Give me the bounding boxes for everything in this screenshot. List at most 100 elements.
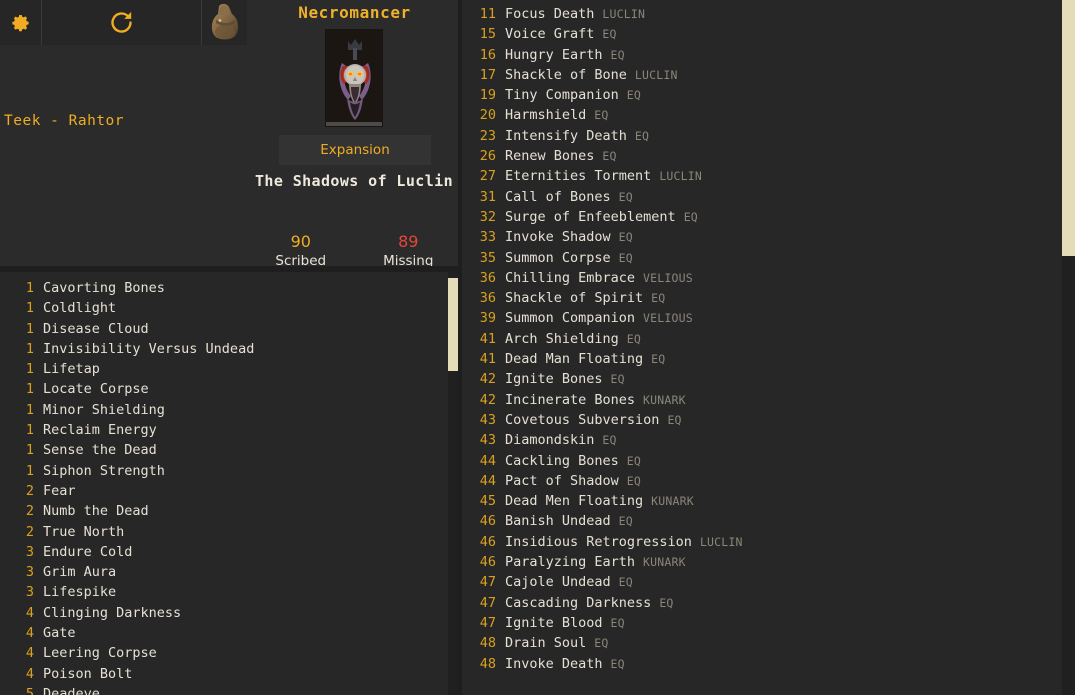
spell-row[interactable]: 43 Covetous Subversion EQ bbox=[462, 410, 1062, 430]
spell-row[interactable]: 3 Grim Aura bbox=[0, 562, 448, 582]
spell-row[interactable]: 23 Intensify Death EQ bbox=[462, 126, 1062, 146]
spell-row[interactable]: 47 Cajole Undead EQ bbox=[462, 572, 1062, 592]
spell-expansion-tag: LUCLIN bbox=[602, 7, 646, 21]
spell-row[interactable]: 3 Endure Cold bbox=[0, 542, 448, 562]
spell-row[interactable]: 1 Lifetap bbox=[0, 359, 448, 379]
spell-row[interactable]: 5 Deadeye bbox=[0, 684, 448, 695]
spell-row[interactable]: 41 Arch Shielding EQ bbox=[462, 329, 1062, 349]
settings-button[interactable] bbox=[0, 0, 42, 45]
spell-name: Summon Corpse bbox=[505, 249, 611, 266]
spell-level: 39 bbox=[479, 310, 496, 327]
spell-expansion-tag: EQ bbox=[626, 88, 642, 103]
spell-row[interactable]: 46 Insidious Retrogression LUCLIN bbox=[462, 532, 1062, 552]
spell-level: 4 bbox=[25, 665, 34, 682]
spell-row[interactable]: 39 Summon Companion VELIOUS bbox=[462, 308, 1062, 328]
spell-expansion-tag: EQ bbox=[594, 636, 609, 651]
expansion-filter-button[interactable]: Expansion bbox=[279, 135, 431, 165]
spell-expansion-tag: KUNARK bbox=[643, 555, 686, 570]
spell-name: Invisibility Versus Undead bbox=[43, 340, 255, 357]
spell-row[interactable]: 1 Invisibility Versus Undead bbox=[0, 339, 448, 359]
spell-row[interactable]: 41 Dead Man Floating EQ bbox=[462, 349, 1062, 369]
spell-row[interactable]: 1 Sense the Dead bbox=[0, 440, 448, 460]
spell-row[interactable]: 1 Cavorting Bones bbox=[0, 278, 448, 298]
spell-row[interactable]: 47 Ignite Blood EQ bbox=[462, 613, 1062, 633]
spell-name: Summon Companion bbox=[505, 310, 636, 327]
spell-row[interactable]: 1 Coldlight bbox=[0, 298, 448, 318]
spell-name: Gate bbox=[43, 625, 76, 642]
spell-row[interactable]: 48 Drain Soul EQ bbox=[462, 633, 1062, 653]
spell-row[interactable]: 44 Pact of Shadow EQ bbox=[462, 471, 1062, 491]
inventory-button[interactable] bbox=[202, 0, 247, 45]
spell-name: Ignite Bones bbox=[505, 371, 603, 388]
spell-level: 41 bbox=[479, 330, 496, 347]
spell-row[interactable]: 16 Hungry Earth EQ bbox=[462, 45, 1062, 65]
spell-name: Banish Undead bbox=[505, 513, 611, 530]
spell-row[interactable]: 36 Shackle of Spirit EQ bbox=[462, 288, 1062, 308]
spell-row[interactable]: 31 Call of Bones EQ bbox=[462, 187, 1062, 207]
spell-row[interactable]: 43 Diamondskin EQ bbox=[462, 430, 1062, 450]
spell-row[interactable]: 46 Paralyzing Earth KUNARK bbox=[462, 552, 1062, 572]
class-name-heading: Necromancer bbox=[298, 3, 411, 22]
spell-row[interactable]: 4 Clinging Darkness bbox=[0, 603, 448, 623]
spell-expansion-tag: KUNARK bbox=[651, 494, 694, 509]
spell-level: 44 bbox=[479, 472, 496, 489]
missing-count: 89 bbox=[398, 232, 419, 251]
spell-row[interactable]: 46 Banish Undead EQ bbox=[462, 511, 1062, 531]
spell-name: Arch Shielding bbox=[505, 330, 619, 347]
spell-row[interactable]: 11 Focus Death LUCLIN bbox=[462, 4, 1062, 24]
spell-row[interactable]: 2 Fear bbox=[0, 481, 448, 501]
spell-row[interactable]: 48 Invoke Death EQ bbox=[462, 654, 1062, 674]
spell-row[interactable]: 4 Leering Corpse bbox=[0, 643, 448, 663]
spell-level: 1 bbox=[25, 462, 34, 479]
spell-name: Sense the Dead bbox=[43, 442, 157, 459]
spell-row[interactable]: 1 Minor Shielding bbox=[0, 400, 448, 420]
spell-row[interactable]: 1 Locate Corpse bbox=[0, 379, 448, 399]
spell-expansion-tag: EQ bbox=[651, 352, 666, 367]
scribed-list-scrollbar-thumb[interactable] bbox=[448, 278, 458, 371]
spell-row[interactable]: 42 Incinerate Bones KUNARK bbox=[462, 390, 1062, 410]
spell-row[interactable]: 3 Lifespike bbox=[0, 582, 448, 602]
refresh-button[interactable] bbox=[42, 0, 202, 45]
spell-row[interactable]: 26 Renew Bones EQ bbox=[462, 146, 1062, 166]
spell-row[interactable]: 44 Cackling Bones EQ bbox=[462, 451, 1062, 471]
spell-level: 42 bbox=[479, 371, 496, 388]
spell-level: 3 bbox=[25, 564, 34, 581]
spell-expansion-tag: EQ bbox=[610, 47, 625, 62]
spell-row[interactable]: 35 Summon Corpse EQ bbox=[462, 248, 1062, 268]
spell-expansion-tag: EQ bbox=[618, 189, 633, 204]
spell-name: Covetous Subversion bbox=[505, 411, 660, 428]
missing-list-scrollbar-thumb[interactable] bbox=[1062, 0, 1075, 256]
spell-row[interactable]: 47 Cascading Darkness EQ bbox=[462, 593, 1062, 613]
spell-row[interactable]: 1 Reclaim Energy bbox=[0, 420, 448, 440]
spell-name: Ignite Blood bbox=[505, 614, 603, 631]
spell-row[interactable]: 2 True North bbox=[0, 522, 448, 542]
spell-row[interactable]: 2 Numb the Dead bbox=[0, 501, 448, 521]
spell-row[interactable]: 17 Shackle of Bone LUCLIN bbox=[462, 65, 1062, 85]
spell-row[interactable]: 15 Voice Graft EQ bbox=[462, 24, 1062, 44]
spell-level: 27 bbox=[479, 168, 496, 185]
scribed-count: 90 bbox=[290, 232, 311, 251]
spell-name: Focus Death bbox=[505, 6, 595, 22]
character-name: Teek - Rahtor bbox=[4, 113, 124, 129]
spell-row[interactable]: 19 Tiny Companion EQ bbox=[462, 85, 1062, 105]
spell-row[interactable]: 1 Siphon Strength bbox=[0, 461, 448, 481]
spell-row[interactable]: 4 Poison Bolt bbox=[0, 664, 448, 684]
spell-name: Cackling Bones bbox=[505, 452, 619, 469]
spell-row[interactable]: 1 Disease Cloud bbox=[0, 319, 448, 339]
spell-row[interactable]: 32 Surge of Enfeeblement EQ bbox=[462, 207, 1062, 227]
spell-row[interactable]: 45 Dead Men Floating KUNARK bbox=[462, 491, 1062, 511]
spell-name: Dead Men Floating bbox=[505, 493, 644, 510]
spell-level: 2 bbox=[25, 503, 34, 520]
spell-level: 1 bbox=[25, 340, 34, 357]
spell-row[interactable]: 42 Ignite Bones EQ bbox=[462, 369, 1062, 389]
spell-level: 47 bbox=[479, 574, 496, 591]
spell-row[interactable]: 4 Gate bbox=[0, 623, 448, 643]
spell-expansion-tag: KUNARK bbox=[643, 392, 686, 407]
spell-level: 46 bbox=[479, 533, 496, 550]
spell-name: Coldlight bbox=[43, 300, 117, 317]
spell-row[interactable]: 36 Chilling Embrace VELIOUS bbox=[462, 268, 1062, 288]
spell-level: 48 bbox=[479, 635, 496, 652]
spell-row[interactable]: 20 Harmshield EQ bbox=[462, 105, 1062, 125]
spell-row[interactable]: 33 Invoke Shadow EQ bbox=[462, 227, 1062, 247]
spell-row[interactable]: 27 Eternities Torment LUCLIN bbox=[462, 166, 1062, 186]
